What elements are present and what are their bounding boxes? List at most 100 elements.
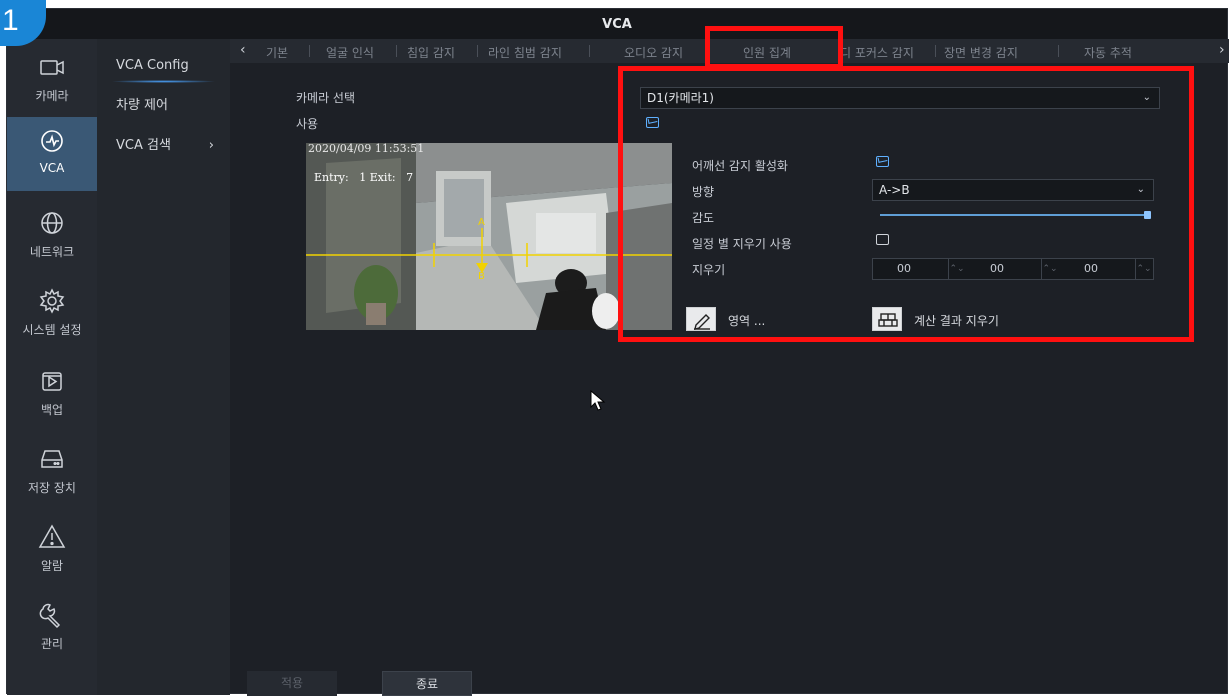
tab-basic[interactable]: 기본 — [266, 44, 288, 61]
people-counting-panel: 카메라 선택 사용 D1(카메라1) ⌄ 2020/04/09 11:53:51… — [230, 63, 1229, 696]
tab-separator — [477, 45, 478, 57]
nav-label-camera: 카메라 — [35, 89, 69, 103]
nav-item-camera[interactable]: 카메라 — [7, 43, 97, 117]
minutes-spinner-icon[interactable]: ⌃⌄ — [1041, 259, 1058, 279]
hours-spinner-icon[interactable]: ⌃⌄ — [948, 259, 965, 279]
nav-label-alarm: 알람 — [40, 559, 64, 573]
nav-item-storage[interactable]: 저장 장치 — [7, 435, 97, 509]
sub-nav-label: VCA Config — [116, 58, 189, 73]
sensitivity-handle[interactable] — [1144, 211, 1151, 219]
nav-item-alarm[interactable]: 알람 — [7, 513, 97, 587]
seconds-value[interactable]: 00 — [1084, 262, 1098, 275]
clear-result-button-label: 계산 결과 지우기 — [914, 314, 999, 328]
tab-separator — [589, 45, 590, 57]
line-label-a: A — [478, 217, 485, 228]
camera-select-label: 카메라 선택 — [296, 91, 356, 105]
clear-result-button[interactable]: 계산 결과 지우기 — [872, 307, 1072, 331]
nav-label-storage: 저장 장치 — [28, 481, 76, 495]
minutes-value[interactable]: 00 — [990, 262, 1004, 275]
chevron-down-icon: ⌄ — [1136, 184, 1145, 195]
clear-result-button-box — [872, 307, 902, 331]
camera-preview: 2020/04/09 11:53:51 Entry: 1 Exit: 7 A B — [306, 143, 672, 330]
step-number: 1 — [2, 4, 19, 37]
nav-label-backup: 백업 — [40, 403, 64, 417]
line-label-b: B — [478, 271, 485, 282]
tab-scene-change[interactable]: 장면 변경 감지 — [944, 44, 1018, 61]
tab-audio-detection[interactable]: 오디오 감지 — [624, 44, 683, 61]
apply-button[interactable]: 적용 — [247, 671, 337, 696]
direction-select-value: A->B — [879, 183, 910, 197]
vca-icon — [41, 130, 63, 152]
window-title: VCA — [602, 17, 632, 32]
mouse-cursor-icon — [590, 390, 606, 411]
sensitivity-track — [880, 214, 1148, 216]
area-button[interactable]: 영역 ... — [686, 307, 816, 331]
clear-time-hours: 00 ⌃⌄ — [873, 259, 965, 279]
sensitivity-label: 감도 — [692, 211, 715, 225]
area-button-label: 영역 ... — [728, 314, 766, 328]
camera-icon — [40, 60, 64, 75]
preview-count-overlay: Entry: 1 Exit: 7 — [314, 171, 414, 184]
alarm-warning-icon — [38, 524, 66, 548]
sub-nav-vca-search[interactable]: VCA 검색 › — [97, 127, 230, 165]
tab-line-crossing[interactable]: 라인 침범 감지 — [488, 44, 562, 61]
screenshot-frame: VCA 카메라 VCA 네트워크 시스템 설정 백업 저장 장치 알람 관리 V… — [0, 0, 1229, 699]
area-button-box — [686, 307, 716, 331]
nav-label-system-settings: 시스템 설정 — [22, 323, 82, 337]
nvr-window: VCA 카메라 VCA 네트워크 시스템 설정 백업 저장 장치 알람 관리 V… — [6, 8, 1229, 696]
shoulder-detect-label: 어깨선 감지 활성화 — [692, 159, 788, 173]
close-button[interactable]: 종료 — [382, 671, 472, 696]
tab-defocus-detection[interactable]: 디 포커스 감지 — [840, 44, 914, 61]
preview-timestamp: 2020/04/09 11:53:51 — [308, 143, 425, 155]
schedule-clear-label: 일정 별 지우기 사용 — [692, 237, 792, 251]
tab-separator — [935, 45, 936, 57]
tab-separator — [1058, 45, 1059, 57]
nav-item-vca[interactable]: VCA — [7, 117, 97, 191]
tab-auto-tracking[interactable]: 자동 추적 — [1084, 44, 1132, 61]
nav-item-network[interactable]: 네트워크 — [7, 199, 97, 273]
clear-time-field: 00 ⌃⌄ 00 ⌃⌄ 00 ⌃⌄ — [872, 258, 1154, 280]
sensitivity-slider[interactable] — [880, 208, 1151, 222]
tab-scroll-right-icon[interactable]: › — [1219, 42, 1225, 58]
tab-intrusion-detection[interactable]: 침입 감지 — [407, 44, 455, 61]
hours-value[interactable]: 00 — [897, 262, 911, 275]
storage-icon — [41, 450, 63, 468]
sub-nav-label: VCA 검색 — [116, 138, 171, 153]
sub-nav-vca-config[interactable]: VCA Config — [97, 47, 230, 85]
nav-label-management: 관리 — [40, 637, 64, 651]
settings-gear-icon — [39, 288, 65, 314]
sub-nav-label: 차량 제어 — [116, 98, 168, 113]
tab-scroll-left-icon[interactable]: ‹ — [240, 42, 246, 58]
title-bar: VCA — [7, 9, 1227, 39]
clear-time-minutes: 00 ⌃⌄ — [966, 259, 1058, 279]
sub-nav: VCA Config 차량 제어 VCA 검색 › — [97, 39, 230, 695]
tab-bar: ‹ 기본 얼굴 인식 침입 감지 라인 침범 감지 오디오 감지 인원 집계 디… — [230, 39, 1229, 63]
camera-select-value: D1(카메라1) — [647, 91, 714, 105]
direction-select[interactable]: A->B ⌄ — [872, 179, 1154, 201]
nav-item-management[interactable]: 관리 — [7, 591, 97, 665]
wrench-icon — [39, 603, 61, 629]
sub-nav-vehicle-control[interactable]: 차량 제어 — [97, 87, 230, 125]
clear-time-label: 지우기 — [692, 263, 726, 277]
seconds-spinner-icon[interactable]: ⌃⌄ — [1135, 259, 1152, 279]
tab-face-recognition[interactable]: 얼굴 인식 — [326, 44, 374, 61]
nav-label-vca: VCA — [39, 161, 65, 175]
camera-select[interactable]: D1(카메라1) ⌄ — [640, 87, 1160, 109]
chevron-down-icon: ⌄ — [1142, 92, 1151, 103]
direction-label: 방향 — [692, 185, 715, 199]
tab-separator — [396, 45, 397, 57]
network-globe-icon — [41, 212, 63, 234]
enable-label: 사용 — [296, 117, 319, 131]
nav-item-system-settings[interactable]: 시스템 설정 — [7, 277, 97, 351]
clear-time-seconds: 00 ⌃⌄ — [1060, 259, 1152, 279]
schedule-clear-checkbox[interactable] — [876, 234, 889, 245]
backup-icon — [42, 372, 62, 391]
chevron-right-icon: › — [208, 138, 214, 153]
left-nav: 카메라 VCA 네트워크 시스템 설정 백업 저장 장치 알람 관리 — [7, 39, 97, 695]
shoulder-detect-checkbox[interactable] — [876, 156, 889, 167]
tab-people-counting[interactable]: 인원 집계 — [743, 44, 791, 61]
tab-separator — [309, 45, 310, 57]
enable-checkbox[interactable] — [646, 117, 659, 128]
eraser-icon — [878, 313, 898, 327]
nav-item-backup[interactable]: 백업 — [7, 357, 97, 431]
